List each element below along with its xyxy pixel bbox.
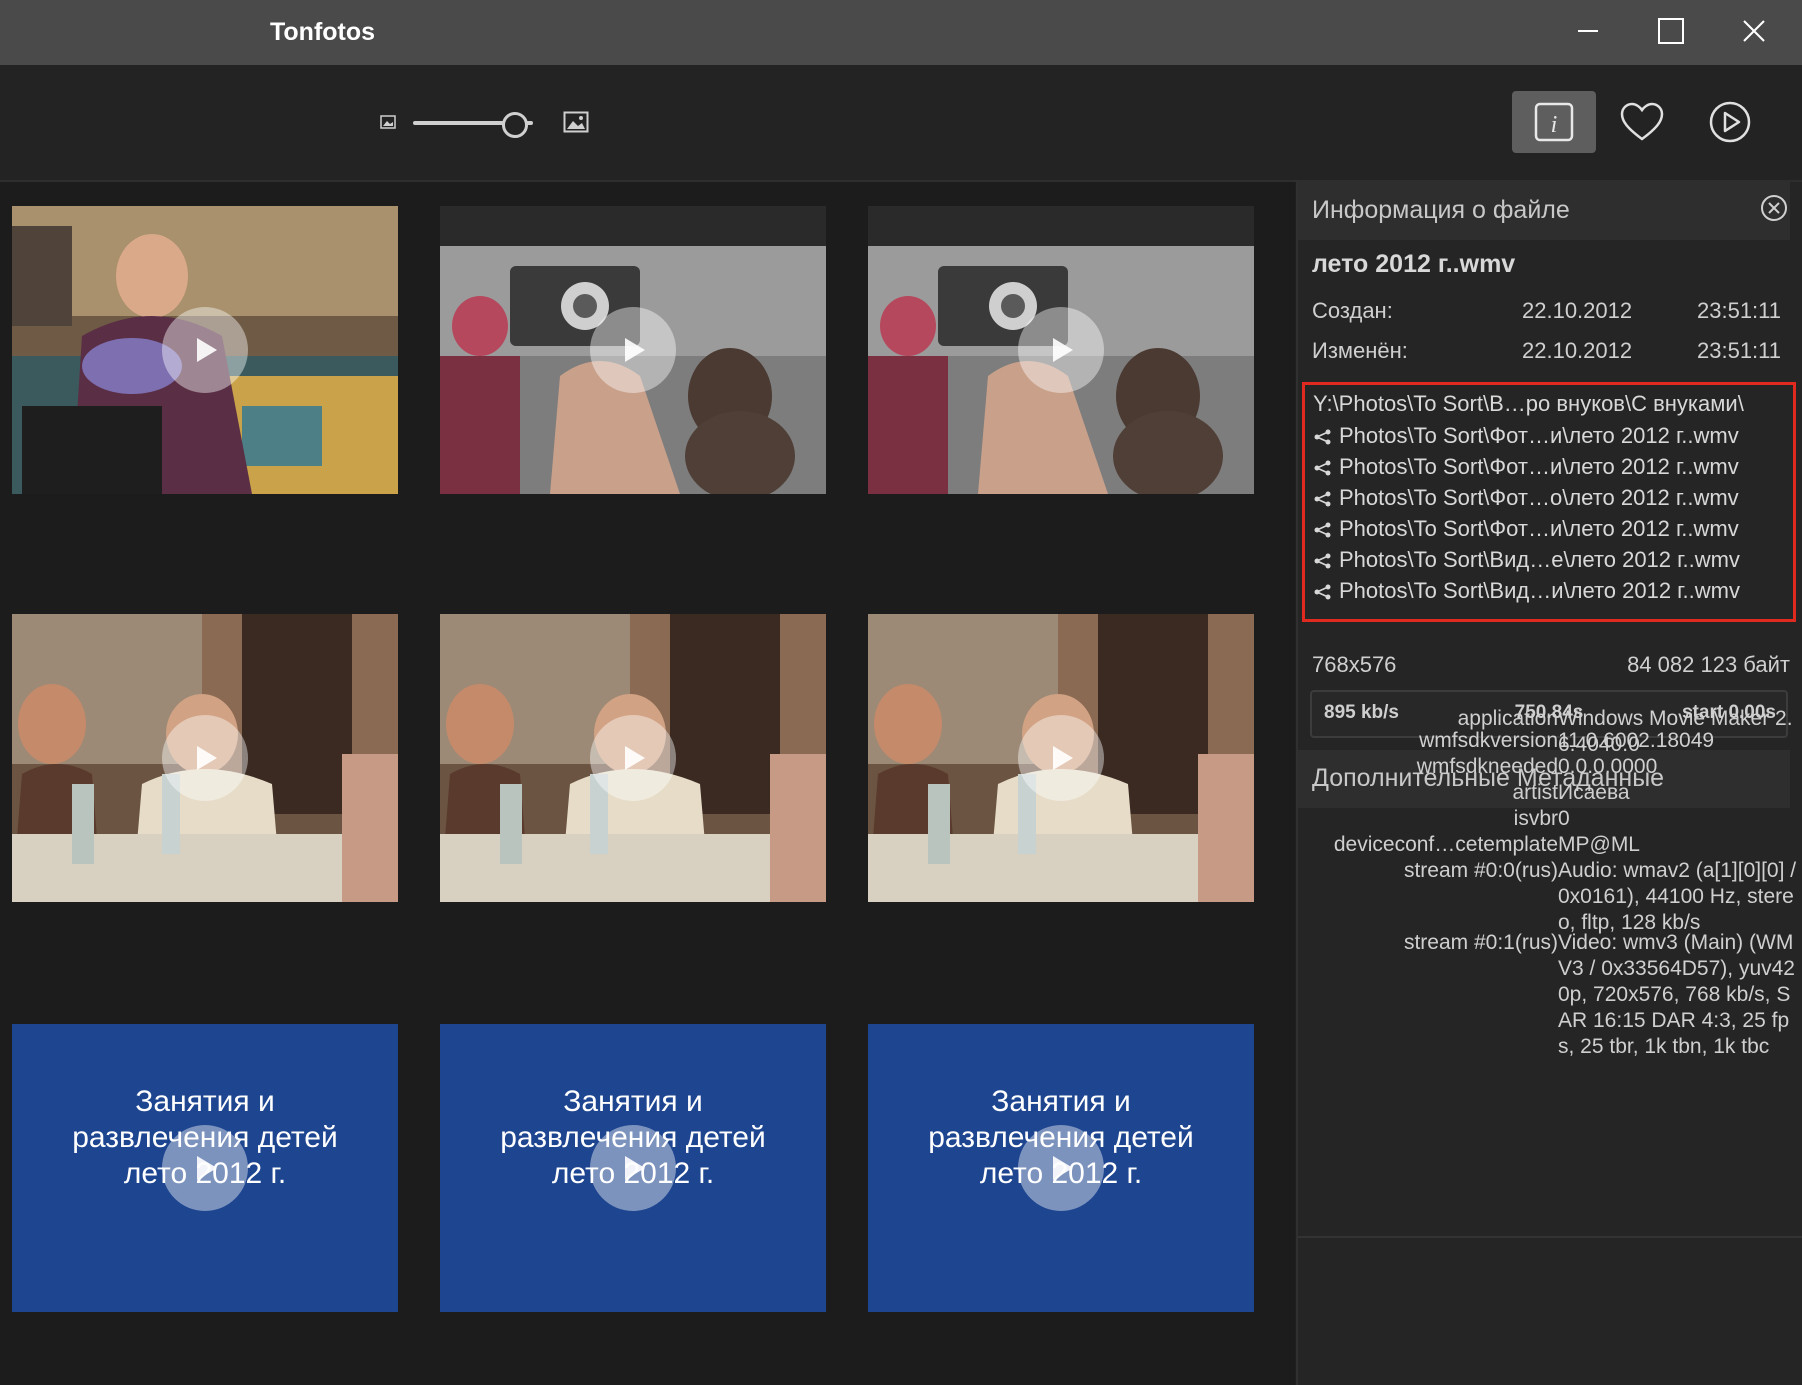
video-thumbnail[interactable] <box>12 206 398 494</box>
play-button[interactable] <box>162 307 248 393</box>
thumbnail-gallery: Занятия и развлечения детей лето 2012 г. За… <box>0 182 1295 1385</box>
play-button[interactable] <box>590 1125 676 1211</box>
share-icon <box>1314 584 1331 600</box>
created-label: Создан: <box>1312 298 1393 323</box>
metadata-value: Исаева <box>1558 781 1630 804</box>
slider-handle[interactable] <box>502 112 528 138</box>
play-icon <box>1053 1156 1073 1180</box>
video-thumbnail[interactable]: Занятия и развлечения детей лето 2012 г. <box>868 1024 1254 1312</box>
modified-time: 23:51:11 <box>1697 338 1782 363</box>
favorite-button[interactable] <box>1600 91 1684 153</box>
maximize-icon <box>1658 18 1684 44</box>
metadata-key: stream #0:1(rus) <box>1403 931 1558 954</box>
video-thumbnail[interactable]: Занятия и развлечения детей лето 2012 г. <box>440 1024 826 1312</box>
title-line: Занятия и <box>135 1085 275 1118</box>
file-info-title: Информация о файле <box>1312 196 1570 224</box>
modified-label: Изменён: <box>1312 338 1408 363</box>
heart-icon <box>1620 102 1664 141</box>
video-thumbnail[interactable] <box>440 206 826 494</box>
share-icon <box>1314 553 1331 569</box>
small-thumbnail-icon[interactable] <box>380 115 396 129</box>
info-button[interactable]: i <box>1512 91 1596 153</box>
close-icon <box>1743 20 1765 42</box>
play-button[interactable] <box>1018 307 1104 393</box>
play-circle-icon <box>1709 101 1751 143</box>
minimize-button[interactable] <box>1558 8 1618 54</box>
play-icon <box>1053 338 1073 362</box>
metadata-value: Video: wmv3 (Main) (WMV3 / 0x33564D57), … <box>1558 931 1795 1058</box>
share-icon <box>1314 429 1331 445</box>
file-name: лето 2012 г..wmv <box>1312 250 1516 278</box>
video-thumbnail[interactable] <box>12 614 398 902</box>
metadata-key: artist <box>1512 781 1558 804</box>
close-window-button[interactable] <box>1724 8 1784 54</box>
metadata-value: 0 <box>1558 807 1570 830</box>
file-info-header: Информация о файле <box>1298 182 1790 240</box>
metadata-key: deviceconf…cetemplate <box>1333 833 1558 856</box>
play-icon <box>625 746 645 770</box>
play-icon <box>197 1156 217 1180</box>
linked-path[interactable]: Photos\To Sort\Фот…о\лето 2012 г..wmv <box>1313 485 1739 511</box>
linked-path[interactable]: Photos\To Sort\Фот…и\лето 2012 г..wmv <box>1313 423 1739 449</box>
linked-path-text: Photos\To Sort\Фот…и\лето 2012 г..wmv <box>1339 516 1739 541</box>
play-icon <box>1053 746 1073 770</box>
close-panel-icon[interactable] <box>1760 194 1788 222</box>
linked-path-text: Photos\To Sort\Вид…и\лето 2012 г..wmv <box>1339 578 1740 603</box>
minimize-icon <box>1578 30 1598 32</box>
play-icon <box>625 1156 645 1180</box>
play-button[interactable] <box>162 1125 248 1211</box>
linked-path-text: Photos\To Sort\Вид…е\лето 2012 г..wmv <box>1339 547 1740 572</box>
play-button[interactable] <box>1018 1125 1104 1211</box>
linked-path[interactable]: Photos\To Sort\Вид…и\лето 2012 г..wmv <box>1313 578 1740 604</box>
maximize-button[interactable] <box>1641 8 1701 54</box>
primary-path[interactable]: Y:\Photos\To Sort\В…ро внуков\С внуками\ <box>1313 391 1744 417</box>
metadata-value: 11.0.6002.18049 <box>1558 729 1715 752</box>
info-icon: i <box>1534 102 1574 142</box>
play-icon <box>197 746 217 770</box>
file-paths-box: Y:\Photos\To Sort\В…ро внуков\С внуками\… <box>1302 382 1796 622</box>
title-line: Занятия и <box>991 1085 1131 1118</box>
metadata-key: isvbr <box>1513 807 1558 830</box>
metadata-key: wmfsdkneeded <box>1416 755 1558 778</box>
share-icon <box>1314 460 1331 476</box>
video-thumbnail[interactable] <box>868 614 1254 902</box>
play-button[interactable] <box>162 715 248 801</box>
play-icon <box>625 338 645 362</box>
linked-path-text: Photos\To Sort\Фот…о\лето 2012 г..wmv <box>1339 485 1739 510</box>
linked-path[interactable]: Photos\To Sort\Фот…и\лето 2012 г..wmv <box>1313 516 1739 542</box>
resolution: 768x576 <box>1312 652 1397 677</box>
play-icon <box>197 338 217 362</box>
modified-date: 22.10.2012 <box>1522 338 1633 363</box>
slideshow-button[interactable] <box>1688 91 1772 153</box>
metadata-value: MP@ML <box>1558 833 1640 856</box>
metadata-key: stream #0:0(rus) <box>1403 859 1558 882</box>
svg-text:i: i <box>1551 112 1558 138</box>
file-size: 84 082 123 байт <box>1627 652 1790 677</box>
video-thumbnail[interactable] <box>868 206 1254 494</box>
linked-path-text: Photos\To Sort\Фот…и\лето 2012 г..wmv <box>1339 454 1739 479</box>
created-time: 23:51:11 <box>1697 298 1782 323</box>
title-bar: Tonfotos <box>0 0 1802 65</box>
metadata-value: Audio: wmav2 (a[1][0][0] / 0x0161), 4410… <box>1558 859 1797 934</box>
play-button[interactable] <box>590 715 676 801</box>
video-thumbnail[interactable]: Занятия и развлечения детей лето 2012 г. <box>12 1024 398 1312</box>
video-thumbnail[interactable] <box>440 614 826 902</box>
play-button[interactable] <box>1018 715 1104 801</box>
linked-path[interactable]: Photos\To Sort\Фот…и\лето 2012 г..wmv <box>1313 454 1739 480</box>
play-button[interactable] <box>590 307 676 393</box>
created-date: 22.10.2012 <box>1522 298 1633 323</box>
metadata-value: 0.0.0.0000 <box>1558 755 1658 778</box>
linked-path-text: Photos\To Sort\Фот…и\лето 2012 г..wmv <box>1339 423 1739 448</box>
metadata-divider <box>1298 1236 1802 1238</box>
metadata-key: wmfsdkversion <box>1419 729 1558 752</box>
file-info-panel: Информация о файле лето 2012 г..wmv Созд… <box>1296 182 1802 1385</box>
title-line: Занятия и <box>563 1085 703 1118</box>
large-thumbnail-icon[interactable] <box>563 111 589 133</box>
share-icon <box>1314 522 1331 538</box>
linked-path[interactable]: Photos\To Sort\Вид…е\лето 2012 г..wmv <box>1313 547 1740 573</box>
share-icon <box>1314 491 1331 507</box>
app-title: Tonfotos <box>270 18 376 46</box>
toolbar: i <box>0 65 1802 182</box>
